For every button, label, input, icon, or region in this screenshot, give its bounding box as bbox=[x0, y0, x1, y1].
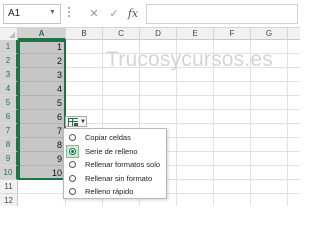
formula-input[interactable] bbox=[146, 4, 298, 24]
insert-function-button[interactable]: fx bbox=[125, 5, 141, 23]
row-header-2[interactable]: 2 bbox=[0, 54, 18, 68]
row-header-8[interactable]: 8 bbox=[0, 138, 18, 152]
drag-handle-icon[interactable] bbox=[67, 7, 71, 21]
row-header-12[interactable]: 12 bbox=[0, 194, 18, 206]
autofill-options-icon bbox=[68, 118, 78, 126]
select-all-button[interactable] bbox=[0, 28, 18, 40]
row-header-5[interactable]: 5 bbox=[0, 96, 18, 110]
autofill-options-button[interactable]: ▼ bbox=[65, 116, 87, 127]
radio-button-icon[interactable] bbox=[69, 188, 76, 195]
column-header-g[interactable]: G bbox=[251, 28, 288, 40]
column-header-d[interactable]: D bbox=[140, 28, 177, 40]
row-header-10[interactable]: 10 bbox=[0, 166, 18, 180]
autofill-option-label: Copiar celdas bbox=[85, 133, 131, 142]
radio-button-icon[interactable] bbox=[69, 174, 76, 182]
column-header-b[interactable]: B bbox=[66, 28, 103, 40]
formula-bar: A1 ▼ ✕ ✓ fx bbox=[0, 0, 300, 28]
column-header-f[interactable]: F bbox=[214, 28, 251, 40]
cell-a2[interactable]: 2 bbox=[20, 54, 62, 68]
autofill-option-2[interactable]: Serie de relleno bbox=[64, 144, 166, 158]
radio-button-icon[interactable] bbox=[69, 134, 76, 141]
row-header-9[interactable]: 9 bbox=[0, 152, 18, 166]
cell-a1[interactable]: 1 bbox=[20, 40, 62, 54]
autofill-option-label: Rellenar sin formato bbox=[85, 173, 153, 183]
watermark-text: Trucosycursos.es bbox=[106, 48, 273, 71]
column-header-c[interactable]: C bbox=[103, 28, 140, 40]
autofill-option-4[interactable]: Rellenar sin formato bbox=[64, 172, 166, 185]
radio-button-icon[interactable] bbox=[69, 161, 76, 168]
column-gridline bbox=[287, 40, 288, 206]
autofill-option-5[interactable]: Relleno rápido bbox=[64, 185, 166, 198]
autofill-options-menu: Copiar celdas Serie de relleno Rellenar fo… bbox=[63, 128, 167, 199]
cell-a4[interactable]: 4 bbox=[20, 82, 62, 96]
close-icon[interactable]: ✕ bbox=[86, 5, 102, 23]
cell-a6[interactable]: 6 bbox=[20, 110, 62, 124]
autofill-option-3[interactable]: Rellenar formatos solo bbox=[64, 158, 166, 171]
autofill-option-1[interactable]: Copiar celdas bbox=[64, 131, 166, 144]
column-header-h[interactable]: H bbox=[288, 28, 300, 40]
chevron-down-icon: ▼ bbox=[80, 119, 86, 125]
cell-a10[interactable]: 10 bbox=[20, 166, 62, 180]
row-header-6[interactable]: 6 bbox=[0, 110, 18, 124]
chevron-down-icon[interactable]: ▼ bbox=[48, 5, 57, 21]
row-header-4[interactable]: 4 bbox=[0, 82, 18, 96]
cell-a7[interactable]: 7 bbox=[20, 124, 62, 138]
cell-a9[interactable]: 9 bbox=[20, 152, 62, 166]
cell-a5[interactable]: 5 bbox=[20, 96, 62, 110]
column-header-e[interactable]: E bbox=[177, 28, 214, 40]
cell-a8[interactable]: 8 bbox=[20, 138, 62, 152]
column-header-a[interactable]: A bbox=[18, 28, 66, 40]
row-header-7[interactable]: 7 bbox=[0, 124, 18, 138]
radio-button-icon[interactable] bbox=[69, 147, 76, 155]
autofill-option-label: Relleno rápido bbox=[85, 187, 134, 196]
autofill-option-label: Serie de relleno bbox=[85, 146, 138, 156]
cell-a3[interactable]: 3 bbox=[20, 68, 62, 82]
row-header-11[interactable]: 11 bbox=[0, 180, 18, 194]
check-icon[interactable]: ✓ bbox=[106, 5, 122, 23]
row-header-1[interactable]: 1 bbox=[0, 40, 18, 54]
row-header-3[interactable]: 3 bbox=[0, 68, 18, 82]
autofill-option-label: Rellenar formatos solo bbox=[85, 160, 161, 169]
